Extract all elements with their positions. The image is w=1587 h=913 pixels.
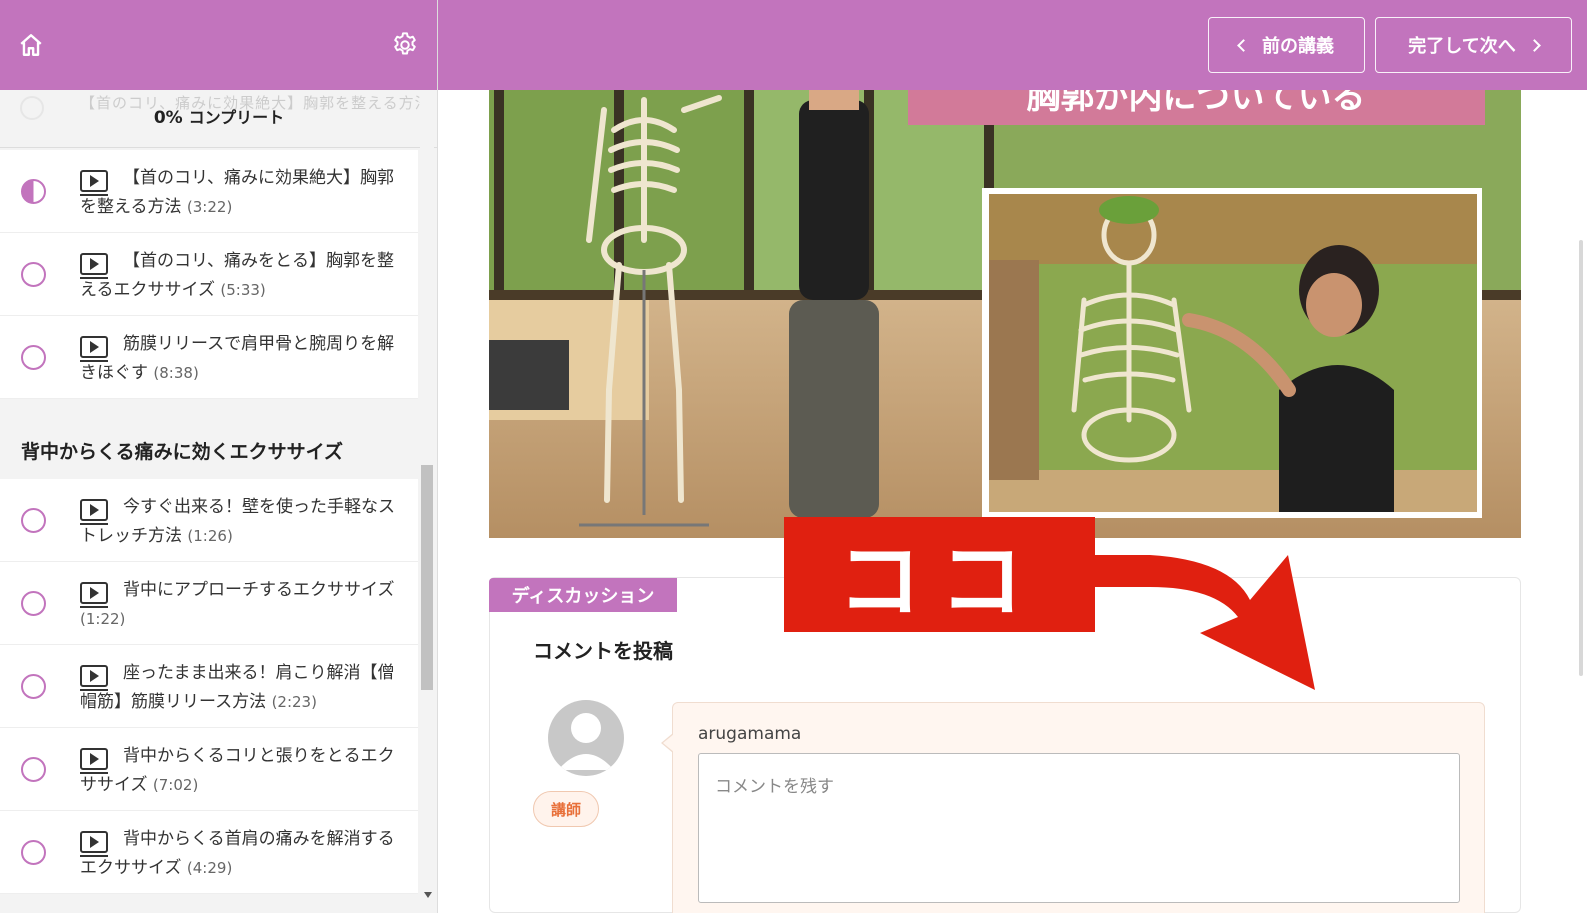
previous-lecture-button[interactable]: 前の講義: [1208, 17, 1365, 73]
chevron-right-icon: [1527, 38, 1541, 52]
scroll-down-arrow-icon[interactable]: [424, 892, 432, 898]
lesson-title: 【首のコリ、痛みに効果絶大】胸郭を整える方法 (3:22): [80, 164, 410, 222]
completion-text: 0% コンプリート: [0, 104, 437, 128]
lesson-title: 筋膜リリースで肩甲骨と腕周りを解きほぐす (8:38): [80, 330, 410, 388]
lecture-video[interactable]: 胸郭が内にづいている: [489, 90, 1521, 538]
lesson-title: 【首のコリ、痛みをとる】胸郭を整えるエクササイズ (5:33): [80, 247, 410, 305]
chevron-left-icon: [1237, 38, 1250, 52]
user-avatar-icon: [558, 713, 614, 770]
gear-icon[interactable]: [391, 31, 419, 59]
discussion-tab: ディスカッション: [489, 578, 677, 612]
lesson-title-text: 今すぐ出来る！壁を使った手軽なストレッチ方法: [80, 497, 395, 546]
lesson-title-text: 背中からくるコリと張りをとるエクササイズ: [80, 746, 395, 795]
lesson-title: 背中にアプローチするエクササイズ (1:22): [80, 576, 410, 634]
lesson-duration: (1:26): [187, 527, 233, 545]
avatar: [548, 700, 624, 776]
home-icon[interactable]: [18, 32, 44, 58]
lesson-item[interactable]: 【首のコリ、痛みに効果絶大】胸郭を整える方法 (3:22): [0, 150, 418, 233]
course-sidebar: 【首のコリ、痛みに効果絶大】胸郭を整える方法 0% コンプリート 【首のコリ、痛…: [0, 0, 438, 913]
lesson-item[interactable]: 背中にアプローチするエクササイズ (1:22): [0, 562, 418, 645]
lesson-item[interactable]: 背中からくるコリと張りをとるエクササイズ (7:02): [0, 728, 418, 811]
page-scrollbar[interactable]: [1579, 240, 1583, 676]
lesson-item[interactable]: 背中からくる首肩の痛みを解消するエクササイズ (4:29): [0, 811, 418, 894]
lesson-list: 【首のコリ、痛みに効果絶大】胸郭を整える方法 (3:22) 【首のコリ、痛みをと…: [0, 150, 418, 894]
post-comment-heading: コメントを投稿: [533, 639, 673, 663]
annotation-callout: ココ: [784, 517, 1095, 632]
comment-input[interactable]: [698, 753, 1460, 903]
sidebar-scrollbar-thumb[interactable]: [421, 465, 433, 690]
video-caption: 胸郭が内にづいている: [1027, 90, 1366, 116]
annotation-arrow-icon: [1090, 555, 1315, 690]
lesson-title-text: 背中からくる首肩の痛みを解消するエクササイズ: [80, 829, 395, 878]
incomplete-status-icon[interactable]: [21, 757, 46, 782]
complete-and-continue-label: 完了して次へ: [1408, 36, 1516, 57]
instructor-badge: 講師: [533, 791, 599, 827]
lesson-title: 今すぐ出来る！壁を使った手軽なストレッチ方法 (1:26): [80, 493, 410, 551]
previous-lecture-label: 前の講義: [1262, 36, 1334, 57]
lesson-title: 背中からくるコリと張りをとるエクササイズ (7:02): [80, 742, 410, 800]
lesson-duration: (3:22): [186, 198, 233, 216]
lesson-duration: (5:33): [220, 281, 266, 299]
lesson-duration: (2:23): [271, 693, 317, 711]
lesson-duration: (8:38): [153, 364, 199, 382]
sidebar-header: [0, 0, 437, 90]
lesson-title: 背中からくる首肩の痛みを解消するエクササイズ (4:29): [80, 825, 410, 883]
in-progress-status-icon[interactable]: [21, 179, 46, 204]
incomplete-status-icon[interactable]: [21, 840, 46, 865]
course-player: 【首のコリ、痛みに効果絶大】胸郭を整える方法 0% コンプリート 【首のコリ、痛…: [0, 0, 1587, 913]
lesson-item[interactable]: 今すぐ出来る！壁を使った手軽なストレッチ方法 (1:26): [0, 479, 418, 562]
incomplete-status-icon[interactable]: [21, 674, 46, 699]
incomplete-status-icon[interactable]: [21, 262, 46, 287]
lesson-item[interactable]: 座ったまま出来る！肩こり解消【僧帽筋】筋膜リリース方法 (2:23): [0, 645, 418, 728]
incomplete-status-icon[interactable]: [21, 508, 46, 533]
completion-label: コンプリート: [188, 108, 285, 127]
lesson-title-text: 筋膜リリースで肩甲骨と腕周りを解きほぐす: [80, 334, 395, 383]
incomplete-status-icon[interactable]: [21, 345, 46, 370]
complete-and-continue-button[interactable]: 完了して次へ: [1375, 17, 1572, 73]
lesson-title-text: 背中にアプローチするエクササイズ: [123, 580, 395, 600]
incomplete-status-icon[interactable]: [21, 591, 46, 616]
lesson-duration: (1:22): [80, 610, 126, 628]
lesson-item[interactable]: 【首のコリ、痛みをとる】胸郭を整えるエクササイズ (5:33): [0, 233, 418, 316]
section-title: 背中からくる痛みに効くエクササイズ: [0, 399, 418, 479]
lesson-title-text: 【首のコリ、痛みに効果絶大】胸郭を整える方法: [80, 168, 394, 217]
lesson-duration: (4:29): [186, 859, 233, 877]
lesson-title-text: 座ったまま出来る！肩こり解消【僧帽筋】筋膜リリース方法: [80, 663, 395, 712]
video-frame-image: 胸郭が内にづいている: [489, 90, 1521, 538]
lesson-item[interactable]: 筋膜リリースで肩甲骨と腕周りを解きほぐす (8:38): [0, 316, 418, 399]
lesson-duration: (7:02): [152, 776, 199, 794]
completion-percent: 0%: [153, 108, 183, 128]
lesson-title: 座ったまま出来る！肩こり解消【僧帽筋】筋膜リリース方法 (2:23): [80, 659, 410, 717]
comment-username: arugamama: [698, 724, 802, 744]
progress-summary: 【首のコリ、痛みに効果絶大】胸郭を整える方法 0% コンプリート: [0, 90, 437, 148]
